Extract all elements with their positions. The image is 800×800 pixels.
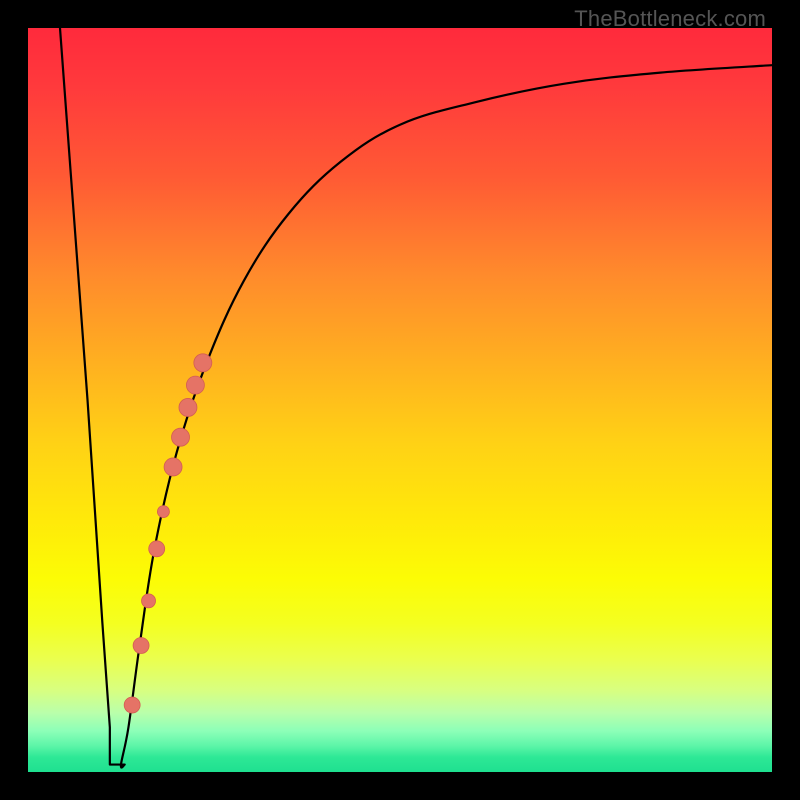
plot-area	[28, 28, 772, 772]
curve-marker	[142, 594, 156, 608]
curve-marker	[172, 428, 190, 446]
curve-marker	[186, 376, 204, 394]
chart-frame: TheBottleneck.com	[0, 0, 800, 800]
curve-marker	[124, 697, 140, 713]
watermark-text: TheBottleneck.com	[574, 6, 766, 32]
bottleneck-curve	[60, 28, 772, 768]
curve-marker	[149, 541, 165, 557]
curve-marker	[157, 506, 169, 518]
curve-marker	[164, 458, 182, 476]
curve-marker	[133, 638, 149, 654]
curve-marker	[179, 398, 197, 416]
curve-marker	[194, 354, 212, 372]
curve-layer	[28, 28, 772, 772]
